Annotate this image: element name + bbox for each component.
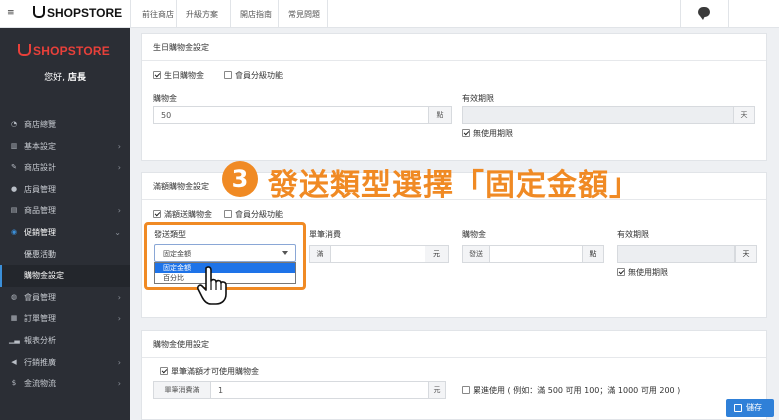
link-go-store[interactable]: 前往商店 [142,9,174,20]
credit-amount-prefix: 發送 [462,245,490,263]
checkbox-checked-icon[interactable] [153,210,161,218]
min-spend-label: 單筆消費 [309,230,341,239]
sidebar-item-marketing[interactable]: ◀ 行銷推廣 › [0,352,130,374]
checkbox-unchecked-icon[interactable] [462,386,470,394]
sidebar-item-store-design[interactable]: ✎ 商店設計 › [0,157,130,179]
checkbox-unchecked-icon[interactable] [224,71,232,79]
spend-credit-checkbox[interactable]: 滿額送購物金 [153,209,212,220]
chevron-right-icon: › [117,206,121,216]
member-level-checkbox[interactable]: 會員分級功能 [224,70,283,81]
bar-chart-icon: ▁▃ [9,335,20,344]
chevron-right-icon: › [117,292,121,302]
shop-icon: ▤ [10,206,18,215]
credit-amount-input[interactable]: 發送 [462,245,602,263]
panel-title: 購物金使用設定 [142,331,766,358]
credit-usage-panel: 購物金使用設定 單筆滿額才可使用購物金 單筆消費滿 1 元 累進使用 ( 例如：… [141,330,767,420]
no-limit-checkbox[interactable]: 無使用期限 [617,267,668,278]
sidebar-item-dashboard[interactable]: ◔ 商店總覽 [0,114,130,136]
validity-label: 有效期限 [617,230,649,239]
link-upgrade[interactable]: 升級方案 [186,9,218,20]
chevron-right-icon: › [117,163,121,173]
user-tie-icon: ● [10,184,18,193]
amount-label: 購物金 [153,94,177,103]
sidebar-item-payment-logistics[interactable]: $ 金流物流 › [0,373,130,395]
sidebar-item-reports[interactable]: ▁▃ 報表分析 [0,330,130,352]
sidebar-subitem-shopping-credit[interactable]: 購物金設定 [0,265,130,287]
divider [680,0,681,28]
member-level-checkbox[interactable]: 會員分級功能 [224,209,283,220]
users-icon: ◍ [10,292,18,301]
validity-input[interactable] [617,245,735,263]
logo-mark-icon [18,44,31,56]
validity-label: 有效期限 [462,94,494,103]
usage-min-spend-input[interactable]: 單筆消費滿 1 元 [153,381,446,399]
credit-amount-label: 購物金 [462,230,486,239]
sidebar-item-products[interactable]: ▤ 商品管理 › [0,200,130,222]
chevron-right-icon: › [117,314,121,324]
sidebar-subitem-discounts[interactable]: 優惠活動 [0,244,130,266]
top-logo[interactable]: SHOPSTORE [33,6,122,20]
save-icon [734,404,742,412]
checkbox-checked-icon[interactable] [462,129,470,137]
amount-unit: 點 [428,106,452,124]
amount-input[interactable]: 50 點 [153,106,452,124]
menu-toggle-icon[interactable]: ≡ [7,8,15,18]
usage-min-spend-prefix: 單筆消費滿 [153,381,211,399]
hand-pointer-icon [197,266,227,305]
validity-unit: 天 [735,245,757,263]
sidebar-item-basic-settings[interactable]: ▥ 基本設定 › [0,136,130,158]
validity-input[interactable]: 天 [462,106,755,124]
checkbox-checked-icon[interactable] [153,71,161,79]
sidebar-item-members[interactable]: ◍ 會員管理 › [0,287,130,309]
validity-unit: 天 [733,106,755,124]
divider [230,0,231,28]
chat-icon[interactable] [698,7,710,20]
chevron-down-icon: ⌄ [114,227,121,237]
magic-wand-icon: ✎ [11,163,17,172]
dashboard-icon: ◔ [10,120,18,128]
checkbox-unchecked-icon[interactable] [224,210,232,218]
usage-min-spend-unit: 元 [428,381,446,399]
no-limit-checkbox[interactable]: 無使用期限 [462,128,513,139]
panel-title: 生日購物金設定 [142,34,766,61]
sidebar-item-staff[interactable]: ● 店員管理 [0,179,130,201]
link-faq[interactable]: 常見問題 [288,9,320,20]
step-number-badge: 3 [222,161,258,197]
greeting: 您好, 店長 [44,73,86,83]
checkbox-checked-icon[interactable] [160,367,168,375]
divider [130,0,131,28]
logo-mark-icon [33,6,45,18]
sidebar-item-orders[interactable]: ▦ 訂單管理 › [0,308,130,330]
sidebar-menu: ◔ 商店總覽 ▥ 基本設定 › ✎ 商店設計 › ● 店員管理 ▤ 商品管理 › ◉ 促銷管理 ⌄ … [0,114,130,395]
save-button[interactable]: 儲存 [726,399,774,417]
min-spend-prefix: 滿 [309,245,331,263]
min-spend-usage-checkbox[interactable]: 單筆滿額才可使用購物金 [160,366,259,377]
min-spend-unit: 元 [425,245,449,263]
birthday-credit-checkbox[interactable]: 生日購物金 [153,70,204,81]
checkbox-checked-icon[interactable] [617,268,625,276]
promo-icon: ◉ [10,227,18,236]
divider [278,0,279,28]
megaphone-icon: ◀ [11,357,17,366]
divider [176,0,177,28]
top-bar: ≡ SHOPSTORE 前往商店 升級方案 開店指南 常見問題 [0,0,779,28]
chevron-right-icon: › [117,141,121,151]
orders-icon: ▦ [10,314,18,323]
annotation-text: 發送類型選擇「固定金額」 [268,168,640,203]
credit-amount-unit: 點 [582,245,604,263]
sidebar-logo: SHOPSTORE [18,44,110,58]
divider [728,0,729,28]
chevron-right-icon: › [117,357,121,367]
birthday-credit-panel: 生日購物金設定 生日購物金 會員分級功能 購物金 50 點 有效期限 天 無使用… [141,33,767,161]
stack-usage-checkbox[interactable]: 累進使用 ( 例如：滿 500 可用 100；滿 1000 可用 200 ) [462,385,680,396]
bank-icon: ▥ [10,141,18,150]
user-name: 店長 [67,73,86,83]
link-guide[interactable]: 開店指南 [240,9,272,20]
chevron-right-icon: › [117,379,121,389]
dollar-icon: $ [11,379,17,388]
sidebar-item-promotions[interactable]: ◉ 促銷管理 ⌄ [0,222,130,244]
divider [327,0,328,28]
